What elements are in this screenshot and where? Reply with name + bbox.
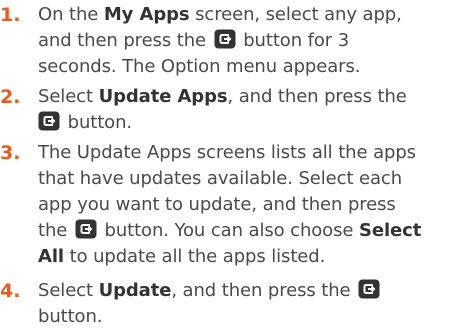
text-run: the — [38, 220, 73, 241]
step-number: 4. — [0, 280, 21, 302]
text-line: seconds. The Option menu appears. — [38, 54, 452, 80]
bold-term-update: Update — [98, 280, 172, 301]
text-line: All to update all the apps listed. — [38, 244, 452, 270]
step-text: Select Update Apps, and then press the b… — [38, 84, 452, 136]
enter-button-icon — [358, 279, 380, 299]
bold-term-my-apps: My Apps — [103, 4, 190, 25]
text-run: button. You can also choose — [98, 220, 359, 241]
text-run: , and then press the — [171, 280, 357, 301]
text-run: to update all the apps listed. — [63, 246, 326, 267]
step-number: 2. — [0, 86, 21, 108]
text-run: and then press the — [38, 30, 212, 51]
text-run: button. — [38, 306, 103, 327]
bold-term-select-all: All — [38, 246, 64, 267]
text-run: Select — [38, 280, 99, 301]
text-run: app you want to update, and then press — [38, 194, 396, 215]
text-line: the button. You can also choose Select — [38, 218, 452, 244]
enter-button-icon — [38, 111, 60, 131]
text-line: and then press the button for 3 — [38, 28, 452, 54]
text-run: seconds. The Option menu appears. — [38, 56, 361, 77]
text-line: Select Update, and then press the — [38, 278, 452, 304]
text-run: The Update Apps screens lists all the ap… — [38, 142, 416, 163]
text-run: Select — [38, 86, 99, 107]
bold-term-update-apps: Update Apps — [98, 86, 228, 107]
step-number: 3. — [0, 142, 21, 164]
text-line: On the My Apps screen, select any app, — [38, 2, 452, 28]
step-text: The Update Apps screens lists all the ap… — [38, 140, 452, 270]
text-line: button. — [38, 110, 452, 136]
enter-button-icon — [75, 219, 97, 239]
text-run: , and then press the — [227, 86, 407, 107]
text-line: button. — [38, 304, 452, 330]
text-run: button. — [62, 112, 133, 133]
text-line: app you want to update, and then press — [38, 192, 452, 218]
step-number: 1. — [0, 4, 21, 26]
text-line: that have updates available. Select each — [38, 166, 452, 192]
text-run: On the — [38, 4, 104, 25]
bold-term-select-all: Select — [358, 220, 422, 241]
text-line: The Update Apps screens lists all the ap… — [38, 140, 452, 166]
text-run: that have updates available. Select each — [38, 168, 403, 189]
instruction-steps: 1. On the My Apps screen, select any app… — [0, 0, 455, 333]
enter-button-icon — [214, 29, 236, 49]
step-text: On the My Apps screen, select any app, a… — [38, 2, 452, 80]
text-line: Select Update Apps, and then press the — [38, 84, 452, 110]
text-run: screen, select any app, — [189, 4, 402, 25]
text-run: button for 3 — [237, 30, 350, 51]
step-text: Select Update, and then press the button… — [38, 278, 452, 330]
